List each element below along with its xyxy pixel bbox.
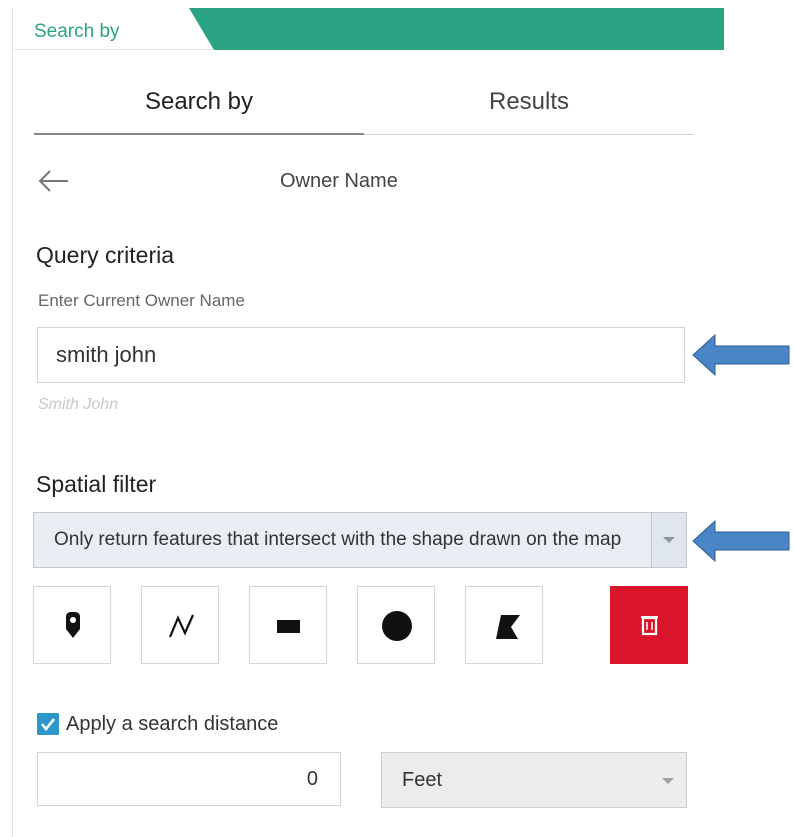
title-tab-shape <box>14 8 724 50</box>
annotation-arrow-icon <box>692 333 790 377</box>
checkmark-icon <box>40 718 56 732</box>
owner-field-hint: Smith John <box>38 396 119 413</box>
panel-title: Search by <box>34 21 120 42</box>
active-tab-indicator <box>34 133 364 135</box>
annotation-arrow-icon <box>692 519 790 563</box>
trash-icon <box>641 616 658 636</box>
rectangle-icon <box>277 620 300 633</box>
panel-border <box>12 8 13 837</box>
spatial-filter-selected-option: Only return features that intersect with… <box>54 529 622 550</box>
owner-field-label: Enter Current Owner Name <box>38 291 245 310</box>
chevron-down-icon <box>663 537 675 543</box>
clear-drawing-button[interactable] <box>610 586 688 664</box>
draw-point-button[interactable] <box>33 586 111 664</box>
tab-results[interactable]: Results <box>364 88 694 116</box>
polyline-icon <box>168 614 195 638</box>
back-arrow-icon[interactable] <box>36 168 70 194</box>
spatial-filter-dropdown-button[interactable] <box>651 513 686 567</box>
draw-rectangle-button[interactable] <box>249 586 327 664</box>
query-criteria-heading: Query criteria <box>36 242 175 268</box>
apply-distance-label[interactable]: Apply a search distance <box>66 713 278 736</box>
spatial-filter-heading: Spatial filter <box>36 471 157 497</box>
panel-title-bar: Search by <box>14 8 724 50</box>
draw-circle-button[interactable] <box>357 586 435 664</box>
distance-unit-select[interactable]: Feet <box>381 752 687 808</box>
polygon-icon <box>496 615 520 639</box>
draw-polyline-button[interactable] <box>141 586 219 664</box>
distance-unit-value: Feet <box>402 769 443 791</box>
pin-icon <box>66 612 80 638</box>
tab-search-by[interactable]: Search by <box>34 88 364 116</box>
apply-distance-checkbox[interactable] <box>37 713 59 735</box>
draw-polygon-button[interactable] <box>465 586 543 664</box>
circle-icon <box>382 611 412 641</box>
distance-value-input[interactable] <box>37 752 341 806</box>
owner-name-input[interactable] <box>37 327 685 383</box>
chevron-down-icon <box>662 778 674 784</box>
spatial-filter-select[interactable]: Only return features that intersect with… <box>33 512 687 568</box>
query-title: Owner Name <box>280 170 398 192</box>
